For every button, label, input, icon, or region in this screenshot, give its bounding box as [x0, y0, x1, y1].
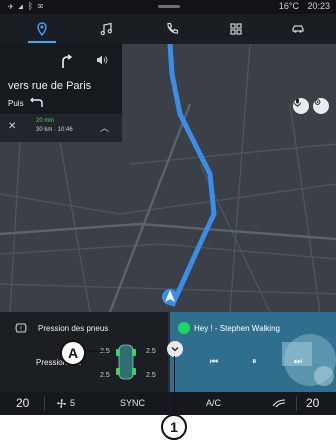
eta-distance-arrival: 30 km · 10:46 — [36, 127, 73, 133]
settings-button[interactable] — [313, 98, 329, 114]
next-track-icon[interactable]: ⏭ — [294, 356, 302, 367]
status-icons: ✈ ◢ ᛒ ✉ — [8, 1, 45, 11]
sync-button[interactable]: SYNC — [120, 398, 145, 408]
climate-divider-right — [296, 396, 297, 411]
voice-button[interactable] — [293, 98, 309, 114]
callout-1-leader-line — [174, 356, 175, 414]
close-guidance-icon[interactable]: ✕ — [8, 121, 16, 132]
clock: 20:23 — [307, 1, 330, 11]
next-turn-icon — [30, 97, 43, 107]
media-widget[interactable]: Hey ! - Stephen Walking ⏮ ⏸ ⏭ — [170, 312, 336, 392]
navigation-pin-icon — [37, 22, 47, 36]
apps-grid-icon — [230, 23, 242, 35]
outside-temperature: 16°C — [278, 1, 299, 11]
fan-icon — [57, 399, 66, 408]
status-bar: ✈ ◢ ᛒ ✉ 16°C 20:23 — [0, 0, 336, 14]
pin-settings-icon — [314, 99, 321, 105]
climate-divider — [44, 396, 45, 411]
callout-a-label: A — [60, 340, 86, 366]
guidance-panel[interactable]: vers rue de Paris Puis ✕ 20 min 30 km · … — [0, 44, 122, 142]
seat-airflow-icon — [272, 399, 286, 408]
tab-navigation[interactable] — [22, 18, 62, 40]
pause-icon[interactable]: ⏸ — [252, 356, 257, 367]
speaker-icon[interactable] — [96, 54, 108, 66]
tyre-front-right: 2.5 — [146, 348, 156, 355]
app-bar — [0, 14, 336, 44]
status-handle[interactable] — [158, 5, 180, 8]
turn-right-icon — [62, 54, 72, 68]
next-instruction-label: Puis — [8, 99, 24, 108]
eta-row[interactable]: ✕ 20 min 30 km · 10:46 ︿ — [0, 114, 122, 142]
tab-vehicle[interactable] — [278, 18, 318, 40]
chevron-down-icon — [171, 347, 179, 352]
active-tab-indicator — [28, 41, 56, 43]
phone-icon — [167, 22, 179, 34]
previous-track-icon[interactable]: ⏮ — [210, 356, 218, 367]
callout-1-label: 1 — [161, 414, 187, 440]
tyre-widget-title: Pression des pneus — [38, 324, 109, 333]
microphone-icon — [294, 98, 301, 107]
tab-apps[interactable] — [216, 18, 256, 40]
callout-a-leader-line — [84, 351, 108, 352]
fan-speed[interactable]: 5 — [70, 398, 75, 408]
spotify-icon — [178, 322, 190, 334]
car-top-view-icon — [116, 344, 136, 380]
tyre-rear-left: 2.5 — [100, 372, 110, 379]
climate-bar: 20 5 SYNC A/C 20 — [0, 392, 336, 415]
tyre-rear-right: 2.5 — [146, 372, 156, 379]
ac-button[interactable]: A/C — [206, 398, 221, 408]
tyre-pressure-icon: ! — [15, 323, 27, 333]
tab-phone[interactable] — [152, 18, 192, 40]
eta-duration: 20 min — [36, 118, 55, 124]
svg-text:!: ! — [20, 326, 22, 333]
music-note-icon — [100, 22, 112, 36]
right-temperature[interactable]: 20 — [306, 396, 319, 410]
left-temperature[interactable]: 20 — [16, 396, 29, 410]
chevron-up-icon[interactable]: ︿ — [100, 121, 109, 134]
infotainment-screen: ✈ ◢ ᛒ ✉ 16°C 20:23 vers rue de Paris Pui… — [0, 0, 336, 415]
track-title: Hey ! - Stephen Walking — [194, 324, 280, 333]
status-right: 16°C 20:23 — [273, 1, 330, 11]
tab-music[interactable] — [86, 18, 126, 40]
expand-widget-button[interactable] — [167, 341, 183, 357]
car-icon — [292, 25, 304, 33]
street-name: vers rue de Paris — [8, 80, 92, 92]
